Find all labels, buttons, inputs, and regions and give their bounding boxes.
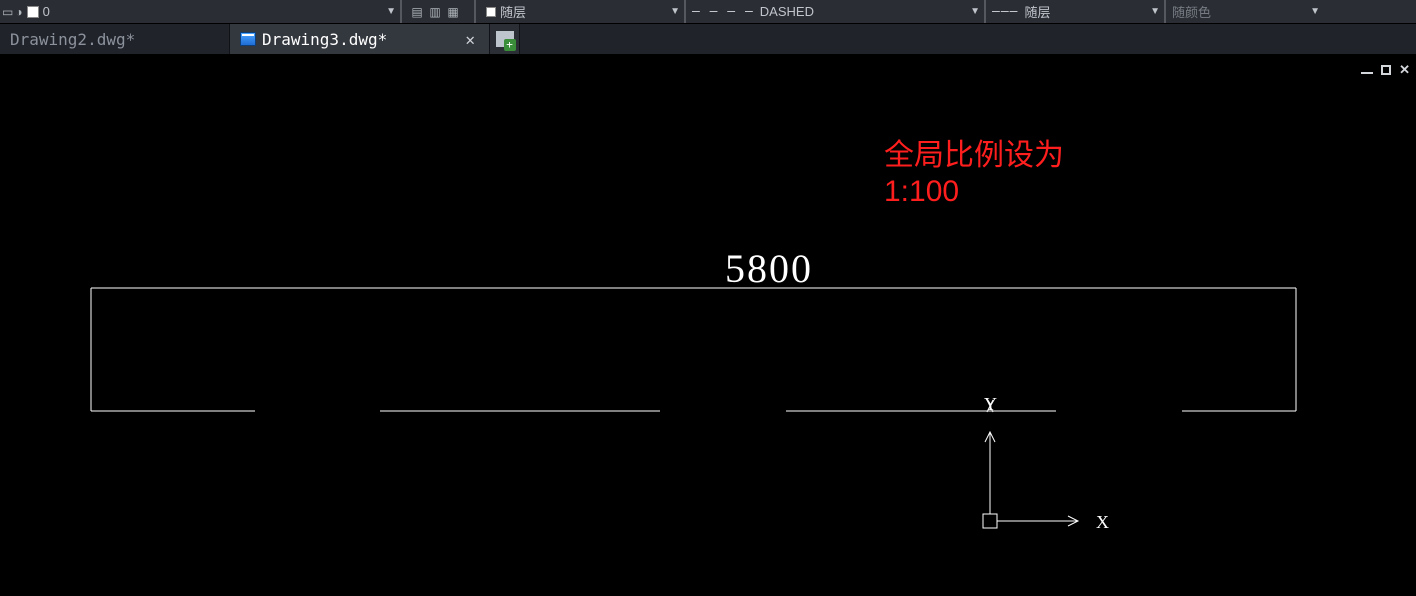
restore-icon[interactable] (1381, 65, 1391, 75)
chevron-down-icon[interactable]: ▼ (970, 6, 980, 17)
color-swatch (486, 7, 496, 17)
layer-state-icons: ▭ ◑ (2, 5, 23, 19)
drawing-canvas (0, 54, 1416, 596)
layer-geometry-icon: ▭ (2, 5, 13, 19)
chevron-down-icon[interactable]: ▼ (670, 6, 680, 17)
lineweight-selector[interactable]: ——— 随层 ▼ (984, 0, 1164, 23)
tab-label: Drawing2.dwg* (10, 30, 219, 49)
layer-lightbulb-icon: ◑ (15, 5, 22, 19)
color-label: 随层 (500, 2, 526, 21)
close-icon[interactable]: ✕ (1399, 62, 1410, 78)
linetype-sample: – – – – (692, 4, 754, 19)
axis-x-label: X (1096, 512, 1109, 533)
lineweight-sample: ——— (992, 4, 1018, 19)
chevron-down-icon[interactable]: ▼ (1150, 6, 1160, 17)
viewport-window-controls: ✕ (1361, 62, 1410, 78)
layer-color-swatch (27, 6, 39, 18)
scale-annotation: 全局比例设为 1:100 (884, 138, 1064, 210)
linetype-label: DASHED (760, 4, 814, 19)
chevron-down-icon[interactable]: ▼ (1310, 6, 1320, 17)
document-tab[interactable]: Drawing3.dwg* ✕ (230, 24, 490, 54)
minimize-icon[interactable] (1361, 72, 1373, 74)
dwg-file-icon (240, 32, 256, 46)
iso-left-icon[interactable]: ▤ (408, 3, 426, 21)
new-file-icon (496, 31, 514, 47)
drawing-viewport[interactable]: ✕ (0, 54, 1416, 596)
plotcolor-selector[interactable]: 随颜色 ▼ (1164, 0, 1324, 23)
iso-right-icon[interactable]: ▦ (444, 3, 462, 21)
properties-toolbar: ▭ ◑ 0 ▼ ▤ ▥ ▦ 随层 ▼ – – – – DASHED ▼ ——— … (0, 0, 1416, 24)
lineweight-label: 随层 (1024, 2, 1050, 21)
document-tab[interactable]: Drawing2.dwg* (0, 24, 230, 54)
iso-tools-group: ▤ ▥ ▦ (400, 0, 474, 23)
document-tabs: Drawing2.dwg* Drawing3.dwg* ✕ (0, 24, 1416, 54)
dimension-value: 5800 (725, 245, 813, 292)
new-tab-button[interactable] (490, 24, 520, 54)
iso-top-icon[interactable]: ▥ (426, 3, 444, 21)
axis-y-label: Y (984, 394, 997, 415)
chevron-down-icon[interactable]: ▼ (386, 6, 396, 17)
close-icon[interactable]: ✕ (461, 30, 479, 49)
tab-label: Drawing3.dwg* (262, 30, 447, 49)
layer-selector[interactable]: ▭ ◑ 0 ▼ (0, 0, 400, 23)
linetype-selector[interactable]: – – – – DASHED ▼ (684, 0, 984, 23)
color-selector[interactable]: 随层 ▼ (474, 0, 684, 23)
layer-name: 0 (43, 4, 54, 19)
plotcolor-label: 随颜色 (1172, 2, 1211, 21)
